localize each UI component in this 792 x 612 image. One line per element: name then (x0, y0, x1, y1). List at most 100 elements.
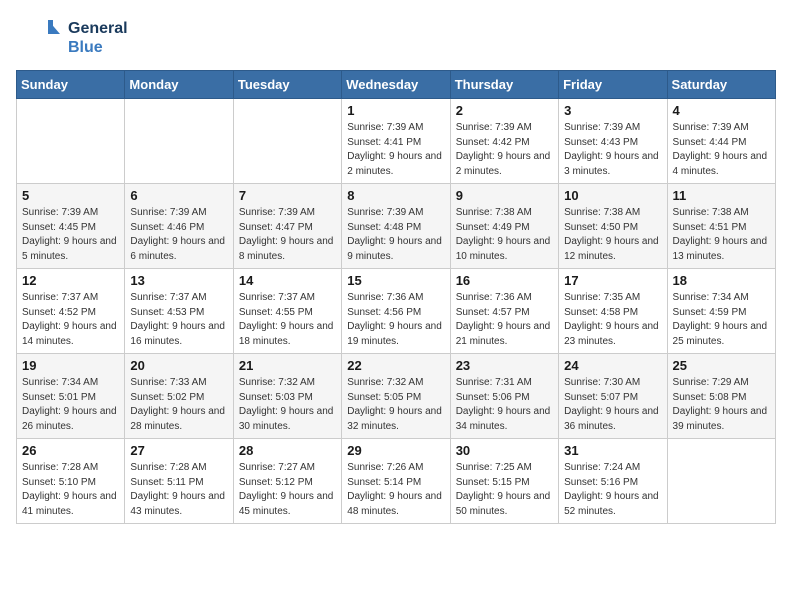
day-number: 12 (22, 273, 119, 288)
day-number: 30 (456, 443, 553, 458)
day-info: Sunrise: 7:27 AM Sunset: 5:12 PM Dayligh… (239, 461, 336, 519)
day-info: Sunrise: 7:24 AM Sunset: 5:16 PM Dayligh… (564, 461, 661, 519)
calendar-cell: 21 Sunrise: 7:32 AM Sunset: 5:03 PM Dayli… (233, 354, 341, 439)
weekday-header-thursday: Thursday (450, 71, 558, 99)
day-info: Sunrise: 7:39 AM Sunset: 4:43 PM Dayligh… (564, 121, 661, 179)
weekday-header-tuesday: Tuesday (233, 71, 341, 99)
page-header: GeneralBlue (16, 16, 776, 60)
day-number: 3 (564, 103, 661, 118)
day-info: Sunrise: 7:37 AM Sunset: 4:55 PM Dayligh… (239, 291, 336, 349)
calendar-cell: 8 Sunrise: 7:39 AM Sunset: 4:48 PM Daylig… (342, 184, 450, 269)
week-row-5: 26Sunrise: 7:28 AM Sunset: 5:10 PM Dayli… (17, 439, 776, 524)
day-number: 14 (239, 273, 336, 288)
week-row-1: 1 Sunrise: 7:39 AM Sunset: 4:41 PM Daylig… (17, 99, 776, 184)
calendar-cell: 23 Sunrise: 7:31 AM Sunset: 5:06 PM Dayli… (450, 354, 558, 439)
calendar-cell (233, 99, 341, 184)
calendar-cell: 10Sunrise: 7:38 AM Sunset: 4:50 PM Dayli… (559, 184, 667, 269)
day-number: 24 (564, 358, 661, 373)
day-info: Sunrise: 7:29 AM Sunset: 5:08 PM Dayligh… (673, 376, 770, 434)
logo: GeneralBlue (16, 16, 128, 60)
day-number: 13 (130, 273, 227, 288)
calendar-cell: 24 Sunrise: 7:30 AM Sunset: 5:07 PM Dayli… (559, 354, 667, 439)
calendar-cell: 19 Sunrise: 7:34 AM Sunset: 5:01 PM Dayli… (17, 354, 125, 439)
day-number: 27 (130, 443, 227, 458)
calendar-cell: 3 Sunrise: 7:39 AM Sunset: 4:43 PM Daylig… (559, 99, 667, 184)
day-info: Sunrise: 7:37 AM Sunset: 4:53 PM Dayligh… (130, 291, 227, 349)
day-number: 11 (673, 188, 770, 203)
day-info: Sunrise: 7:38 AM Sunset: 4:49 PM Dayligh… (456, 206, 553, 264)
calendar-cell: 4Sunrise: 7:39 AM Sunset: 4:44 PM Daylig… (667, 99, 775, 184)
weekday-header-monday: Monday (125, 71, 233, 99)
day-number: 4 (673, 103, 770, 118)
weekday-header-wednesday: Wednesday (342, 71, 450, 99)
calendar-cell: 7Sunrise: 7:39 AM Sunset: 4:47 PM Daylig… (233, 184, 341, 269)
day-info: Sunrise: 7:32 AM Sunset: 5:03 PM Dayligh… (239, 376, 336, 434)
day-number: 8 (347, 188, 444, 203)
day-number: 1 (347, 103, 444, 118)
day-number: 9 (456, 188, 553, 203)
day-number: 21 (239, 358, 336, 373)
day-number: 25 (673, 358, 770, 373)
calendar-cell: 18 Sunrise: 7:34 AM Sunset: 4:59 PM Dayli… (667, 269, 775, 354)
calendar-cell: 22Sunrise: 7:32 AM Sunset: 5:05 PM Dayli… (342, 354, 450, 439)
weekday-header-sunday: Sunday (17, 71, 125, 99)
day-number: 29 (347, 443, 444, 458)
calendar-cell (17, 99, 125, 184)
calendar-cell: 31 Sunrise: 7:24 AM Sunset: 5:16 PM Dayli… (559, 439, 667, 524)
weekday-header-row: SundayMondayTuesdayWednesdayThursdayFrid… (17, 71, 776, 99)
day-number: 18 (673, 273, 770, 288)
day-number: 10 (564, 188, 661, 203)
logo-icon (16, 16, 64, 60)
day-info: Sunrise: 7:34 AM Sunset: 5:01 PM Dayligh… (22, 376, 119, 434)
calendar-cell: 29 Sunrise: 7:26 AM Sunset: 5:14 PM Dayli… (342, 439, 450, 524)
day-number: 19 (22, 358, 119, 373)
calendar-cell: 30 Sunrise: 7:25 AM Sunset: 5:15 PM Dayli… (450, 439, 558, 524)
calendar-cell: 17Sunrise: 7:35 AM Sunset: 4:58 PM Dayli… (559, 269, 667, 354)
day-info: Sunrise: 7:39 AM Sunset: 4:42 PM Dayligh… (456, 121, 553, 179)
day-info: Sunrise: 7:28 AM Sunset: 5:11 PM Dayligh… (130, 461, 227, 519)
calendar-table: SundayMondayTuesdayWednesdayThursdayFrid… (16, 70, 776, 524)
logo-general: General (68, 19, 128, 38)
calendar-cell (125, 99, 233, 184)
day-info: Sunrise: 7:39 AM Sunset: 4:48 PM Dayligh… (347, 206, 444, 264)
week-row-2: 5 Sunrise: 7:39 AM Sunset: 4:45 PM Daylig… (17, 184, 776, 269)
week-row-3: 12Sunrise: 7:37 AM Sunset: 4:52 PM Dayli… (17, 269, 776, 354)
calendar-cell: 16 Sunrise: 7:36 AM Sunset: 4:57 PM Dayli… (450, 269, 558, 354)
calendar-cell: 11Sunrise: 7:38 AM Sunset: 4:51 PM Dayli… (667, 184, 775, 269)
day-number: 23 (456, 358, 553, 373)
day-info: Sunrise: 7:36 AM Sunset: 4:56 PM Dayligh… (347, 291, 444, 349)
calendar-cell: 20 Sunrise: 7:33 AM Sunset: 5:02 PM Dayli… (125, 354, 233, 439)
calendar-cell: 6 Sunrise: 7:39 AM Sunset: 4:46 PM Daylig… (125, 184, 233, 269)
day-info: Sunrise: 7:31 AM Sunset: 5:06 PM Dayligh… (456, 376, 553, 434)
day-number: 16 (456, 273, 553, 288)
calendar-cell: 9 Sunrise: 7:38 AM Sunset: 4:49 PM Daylig… (450, 184, 558, 269)
day-number: 15 (347, 273, 444, 288)
calendar-cell: 5 Sunrise: 7:39 AM Sunset: 4:45 PM Daylig… (17, 184, 125, 269)
day-info: Sunrise: 7:26 AM Sunset: 5:14 PM Dayligh… (347, 461, 444, 519)
day-info: Sunrise: 7:39 AM Sunset: 4:47 PM Dayligh… (239, 206, 336, 264)
day-info: Sunrise: 7:39 AM Sunset: 4:45 PM Dayligh… (22, 206, 119, 264)
calendar-cell: 25 Sunrise: 7:29 AM Sunset: 5:08 PM Dayli… (667, 354, 775, 439)
day-number: 6 (130, 188, 227, 203)
day-number: 5 (22, 188, 119, 203)
calendar-cell: 15 Sunrise: 7:36 AM Sunset: 4:56 PM Dayli… (342, 269, 450, 354)
day-number: 2 (456, 103, 553, 118)
weekday-header-saturday: Saturday (667, 71, 775, 99)
day-number: 31 (564, 443, 661, 458)
day-info: Sunrise: 7:34 AM Sunset: 4:59 PM Dayligh… (673, 291, 770, 349)
calendar-cell (667, 439, 775, 524)
logo-blue: Blue (68, 38, 128, 57)
day-number: 28 (239, 443, 336, 458)
day-info: Sunrise: 7:33 AM Sunset: 5:02 PM Dayligh… (130, 376, 227, 434)
calendar-cell: 2 Sunrise: 7:39 AM Sunset: 4:42 PM Daylig… (450, 99, 558, 184)
day-info: Sunrise: 7:36 AM Sunset: 4:57 PM Dayligh… (456, 291, 553, 349)
day-info: Sunrise: 7:30 AM Sunset: 5:07 PM Dayligh… (564, 376, 661, 434)
calendar-cell: 14 Sunrise: 7:37 AM Sunset: 4:55 PM Dayli… (233, 269, 341, 354)
day-info: Sunrise: 7:28 AM Sunset: 5:10 PM Dayligh… (22, 461, 119, 519)
day-info: Sunrise: 7:25 AM Sunset: 5:15 PM Dayligh… (456, 461, 553, 519)
calendar-cell: 27 Sunrise: 7:28 AM Sunset: 5:11 PM Dayli… (125, 439, 233, 524)
calendar-cell: 26Sunrise: 7:28 AM Sunset: 5:10 PM Dayli… (17, 439, 125, 524)
day-info: Sunrise: 7:39 AM Sunset: 4:41 PM Dayligh… (347, 121, 444, 179)
day-number: 20 (130, 358, 227, 373)
day-info: Sunrise: 7:39 AM Sunset: 4:46 PM Dayligh… (130, 206, 227, 264)
